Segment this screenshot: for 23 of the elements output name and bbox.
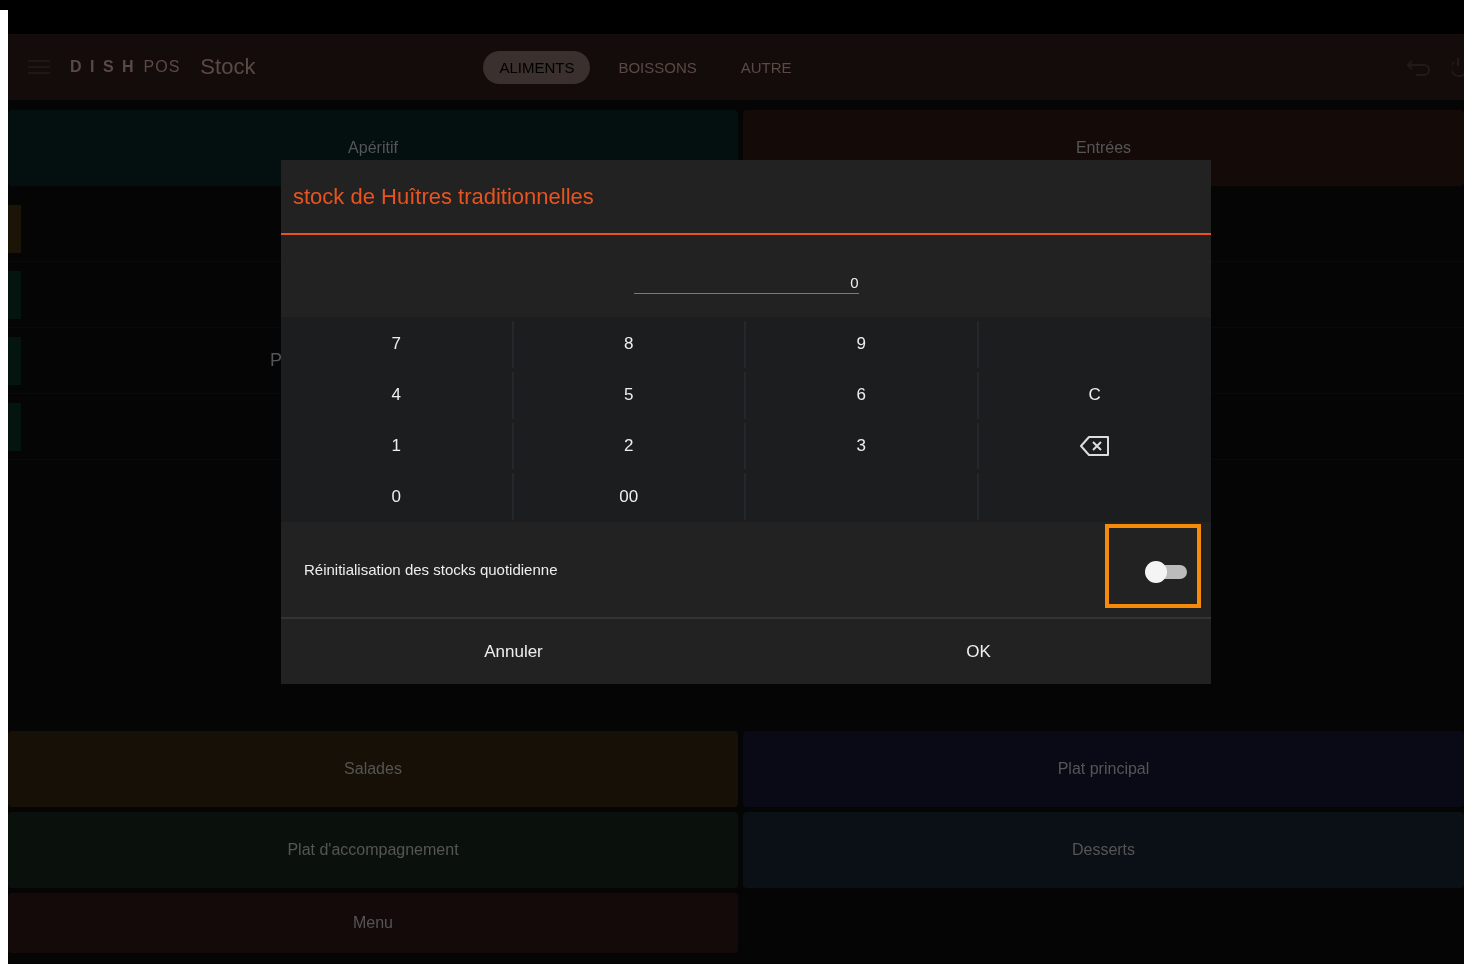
backspace-icon[interactable] [1079,434,1110,457]
keypad-key[interactable]: 4 [281,371,514,419]
page-title: Stock [200,54,256,80]
keypad-key[interactable]: 5 [513,371,746,419]
toggle-label: Réinitialisation des stocks quotidienne [304,561,559,578]
keypad-key[interactable]: C [978,371,1211,419]
keypad-key[interactable]: 6 [746,371,979,419]
keypad-key[interactable]: 9 [746,321,979,368]
dialog-title: stock de Huîtres traditionnelles [281,160,1211,235]
keypad-key[interactable]: 0 [281,473,514,520]
keypad-key[interactable]: 2 [513,422,746,470]
item-name: P [270,350,282,371]
toggle-switch[interactable] [1145,559,1187,580]
number-field[interactable]: 0 [633,274,859,294]
keypad-key[interactable]: 00 [513,473,746,520]
keypad-key[interactable]: 8 [513,321,746,368]
keypad-key[interactable]: 1 [281,422,514,470]
dialog-button[interactable]: OK [746,619,1211,684]
logo-text: POS [143,58,181,76]
keypad-key[interactable]: 7 [281,321,514,368]
logo-text: D I S H [70,58,136,76]
dialog-button[interactable]: Annuler [281,619,746,684]
keypad-key[interactable]: 3 [746,422,979,470]
